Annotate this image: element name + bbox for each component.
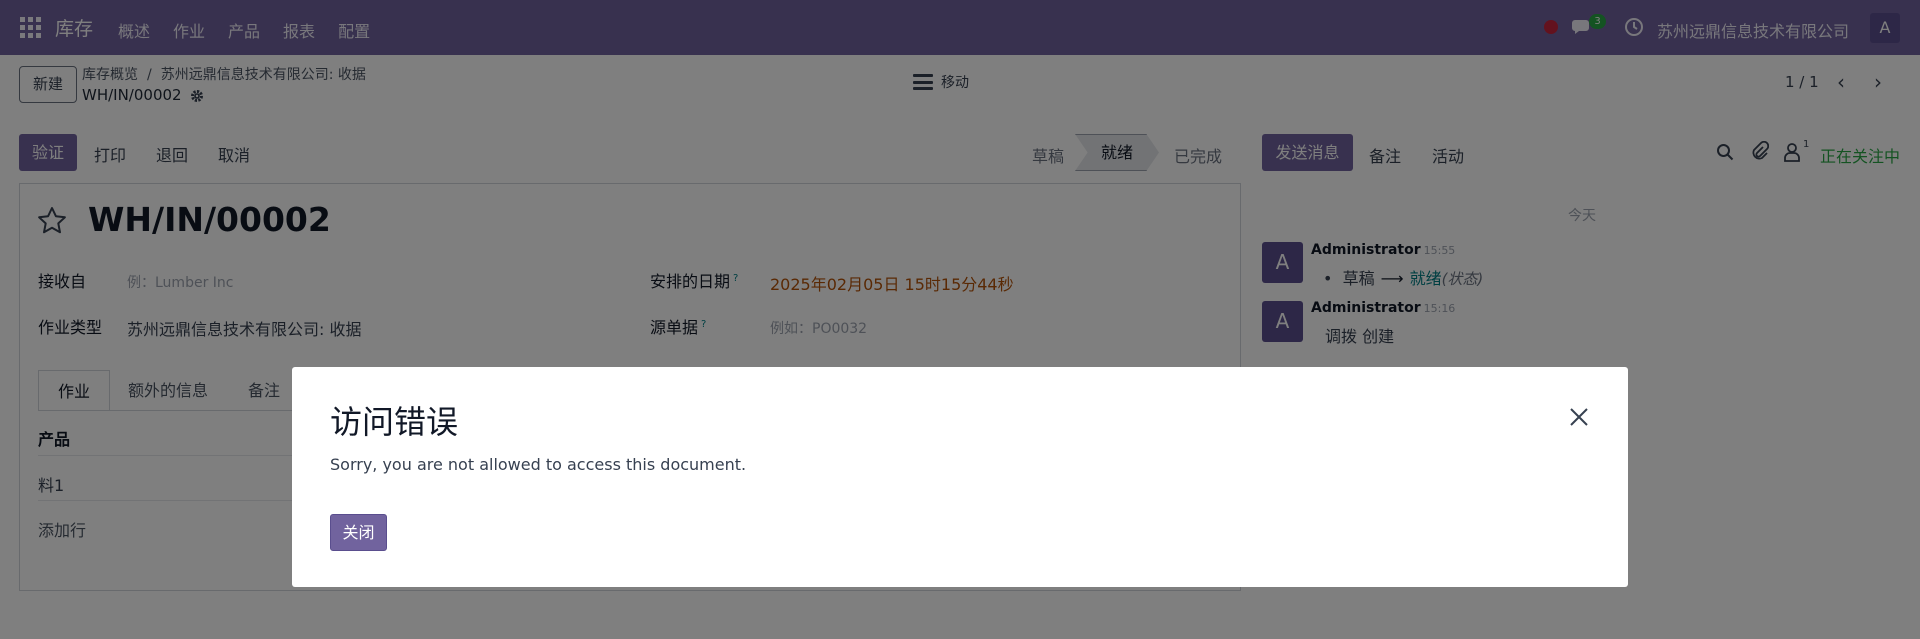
dialog-message: Sorry, you are not allowed to access thi… (330, 455, 747, 474)
dialog-title: 访问错误 (330, 403, 459, 441)
close-icon[interactable] (1569, 407, 1589, 427)
close-button[interactable]: 关闭 (330, 514, 387, 551)
access-error-dialog: 访问错误 Sorry, you are not allowed to acces… (292, 367, 1628, 587)
